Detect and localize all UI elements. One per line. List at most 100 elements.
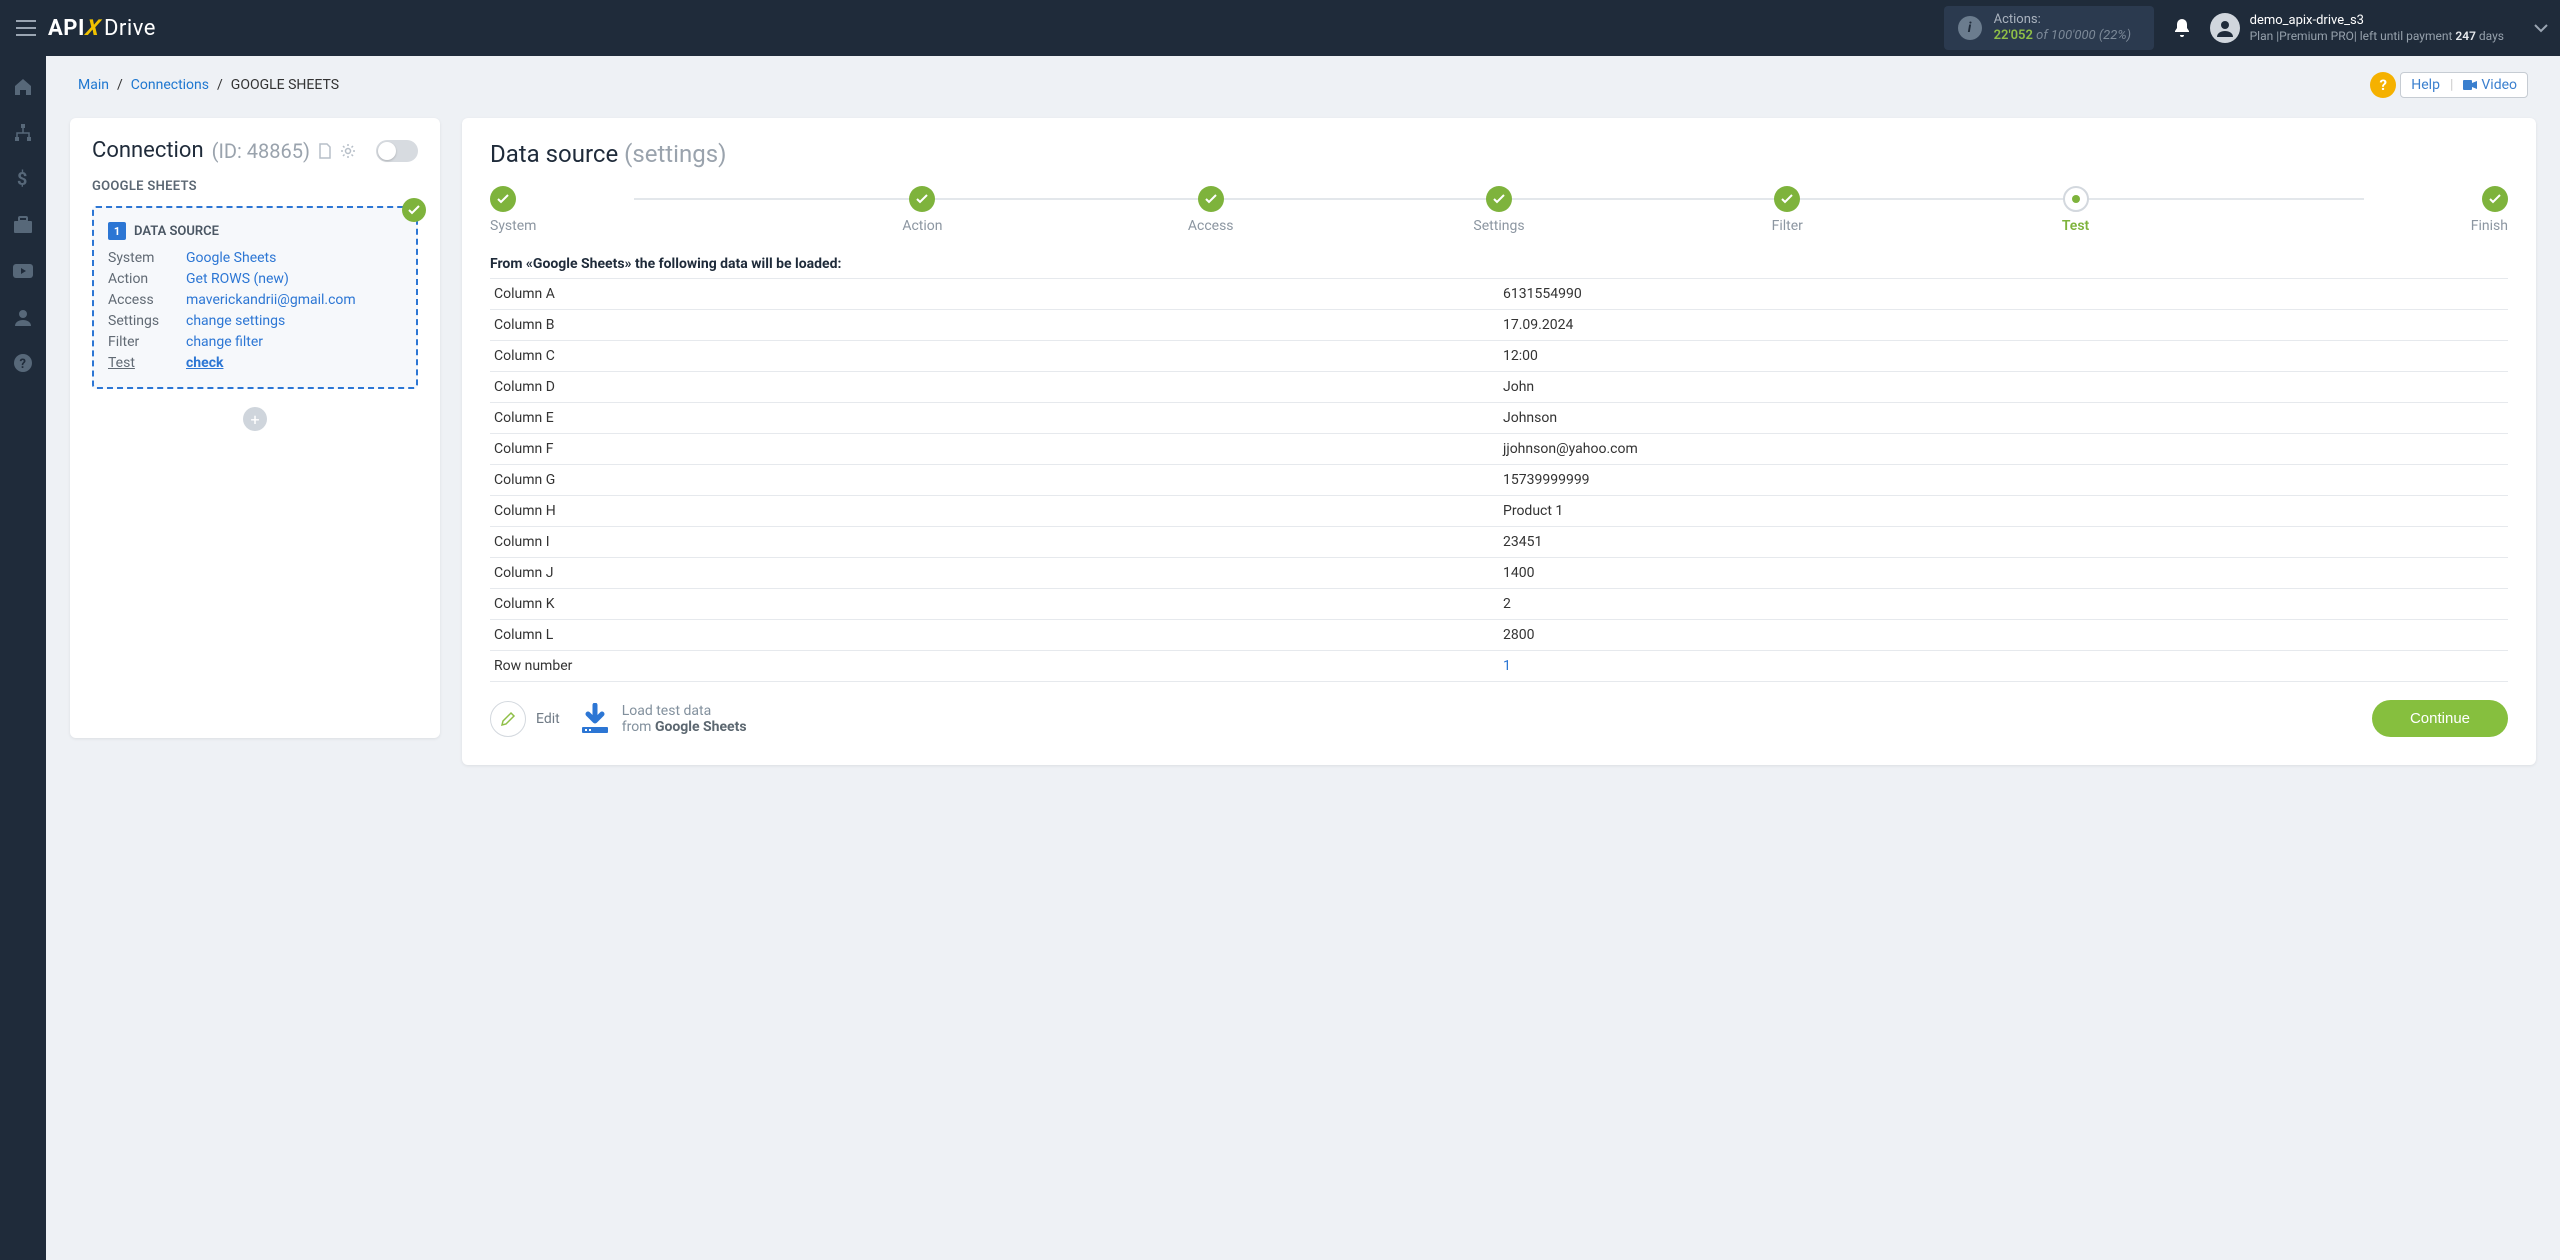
help-row: ? Help | Video	[2370, 72, 2528, 98]
edit-button[interactable]	[490, 701, 526, 737]
enable-toggle[interactable]	[376, 140, 418, 162]
table-value: 23451	[1499, 527, 2508, 558]
step-dot-icon	[2482, 186, 2508, 212]
table-value: Product 1	[1499, 496, 2508, 527]
svg-text:$: $	[17, 169, 27, 189]
table-value: 12:00	[1499, 341, 2508, 372]
table-value: 1400	[1499, 558, 2508, 589]
logo-x: X	[84, 16, 102, 41]
actions-label: Actions:	[1994, 12, 2131, 28]
table-key: Column H	[490, 496, 1499, 527]
table-key: Row number	[490, 651, 1499, 682]
file-icon[interactable]	[318, 143, 332, 159]
nav-help-icon[interactable]: ?	[0, 342, 46, 384]
table-key: Column C	[490, 341, 1499, 372]
table-row: Column Fjjohnson@yahoo.com	[490, 434, 2508, 465]
menu-icon[interactable]	[12, 14, 40, 42]
connection-head: Connection (ID: 48865)	[92, 138, 418, 163]
nav-briefcase-icon[interactable]	[0, 204, 46, 246]
user-plan: Plan |Premium PRO| left until payment 24…	[2250, 29, 2504, 43]
page-title: Data source (settings)	[490, 140, 2508, 168]
ds-action-lbl: Action	[108, 271, 186, 287]
table-key: Column I	[490, 527, 1499, 558]
step-access[interactable]: Access	[1067, 186, 1355, 234]
ds-access-lbl: Access	[108, 292, 186, 308]
nav-user-icon[interactable]	[0, 296, 46, 338]
load-test-data-button[interactable]: Load test data from Google Sheets	[578, 703, 747, 735]
breadcrumb-connections[interactable]: Connections	[131, 77, 209, 93]
ds-system-lbl: System	[108, 250, 186, 266]
breadcrumb-current: GOOGLE SHEETS	[231, 77, 339, 93]
table-value: jjohnson@yahoo.com	[1499, 434, 2508, 465]
actions-counter[interactable]: i Actions: 22'052 of 100'000 (22%)	[1944, 6, 2154, 49]
table-key: Column D	[490, 372, 1499, 403]
step-label: System	[490, 218, 778, 234]
step-action[interactable]: Action	[778, 186, 1066, 234]
left-nav: $ ?	[0, 56, 46, 1260]
step-label: Settings	[1355, 218, 1643, 234]
connection-id: (ID: 48865)	[212, 139, 310, 163]
help-label: Help	[2411, 77, 2440, 93]
table-row: Column HProduct 1	[490, 496, 2508, 527]
table-key: Column E	[490, 403, 1499, 434]
continue-button[interactable]: Continue	[2372, 700, 2508, 737]
table-value: 15739999999	[1499, 465, 2508, 496]
help-bubble-icon[interactable]: ?	[2370, 72, 2396, 98]
ds-system-val[interactable]: Google Sheets	[186, 250, 402, 266]
connection-card: Connection (ID: 48865) GOOGLE SHEETS 1 D…	[70, 118, 440, 738]
avatar-icon	[2210, 13, 2240, 43]
step-dot-icon	[1774, 186, 1800, 212]
nav-youtube-icon[interactable]	[0, 250, 46, 292]
nav-billing-icon[interactable]: $	[0, 158, 46, 200]
table-row: Column K2	[490, 589, 2508, 620]
table-key: Column J	[490, 558, 1499, 589]
chevron-down-icon[interactable]	[2534, 23, 2548, 33]
ds-filter-val[interactable]: change filter	[186, 334, 402, 350]
logo[interactable]: API X Drive	[48, 16, 156, 41]
user-menu[interactable]: demo_apix-drive_s3 Plan |Premium PRO| le…	[2210, 13, 2504, 43]
actions-used: 22'052	[1994, 28, 2033, 43]
step-dot-icon	[2063, 186, 2089, 212]
table-value: 2800	[1499, 620, 2508, 651]
logo-api: API	[48, 16, 85, 41]
table-row: Column B17.09.2024	[490, 310, 2508, 341]
gear-icon[interactable]	[340, 143, 356, 159]
step-filter[interactable]: Filter	[1643, 186, 1931, 234]
help-button[interactable]: Help | Video	[2400, 72, 2528, 98]
ds-action-val[interactable]: Get ROWS (new)	[186, 271, 402, 287]
table-key: Column L	[490, 620, 1499, 651]
download-icon	[578, 703, 612, 735]
ds-settings-val[interactable]: change settings	[186, 313, 402, 329]
step-system[interactable]: System	[490, 186, 778, 234]
top-header: API X Drive i Actions: 22'052 of 100'000…	[0, 0, 2560, 56]
table-row: Column EJohnson	[490, 403, 2508, 434]
step-settings[interactable]: Settings	[1355, 186, 1643, 234]
step-label: Test	[1931, 218, 2219, 234]
breadcrumb-main[interactable]: Main	[78, 77, 109, 93]
step-label: Finish	[2220, 218, 2508, 234]
ds-access-val[interactable]: maverickandrii@gmail.com	[186, 292, 402, 308]
nav-home-icon[interactable]	[0, 66, 46, 108]
connection-title: Connection	[92, 138, 204, 163]
step-label: Access	[1067, 218, 1355, 234]
ds-test-lbl: Test	[108, 355, 186, 371]
table-row: Column L2800	[490, 620, 2508, 651]
table-value[interactable]: 1	[1499, 651, 2508, 682]
video-cam-icon: Video	[2463, 77, 2517, 93]
breadcrumb: Main / Connections / GOOGLE SHEETS ? Hel…	[70, 56, 2536, 118]
ds-filter-lbl: Filter	[108, 334, 186, 350]
ds-settings-lbl: Settings	[108, 313, 186, 329]
step-finish[interactable]: Finish	[2220, 186, 2508, 234]
step-dot-icon	[1198, 186, 1224, 212]
data-source-box[interactable]: 1 DATA SOURCE System Google Sheets Actio…	[92, 206, 418, 389]
step-test[interactable]: Test	[1931, 186, 2219, 234]
table-key: Column G	[490, 465, 1499, 496]
load-text: Load test data from Google Sheets	[622, 703, 747, 735]
user-text: demo_apix-drive_s3 Plan |Premium PRO| le…	[2250, 13, 2504, 43]
table-row: Column DJohn	[490, 372, 2508, 403]
add-destination-button[interactable]: +	[243, 407, 267, 431]
wizard-steps: SystemActionAccessSettingsFilterTestFini…	[490, 186, 2508, 234]
nav-connections-icon[interactable]	[0, 112, 46, 154]
bell-icon[interactable]	[2172, 17, 2192, 39]
ds-test-val[interactable]: check	[186, 355, 402, 371]
